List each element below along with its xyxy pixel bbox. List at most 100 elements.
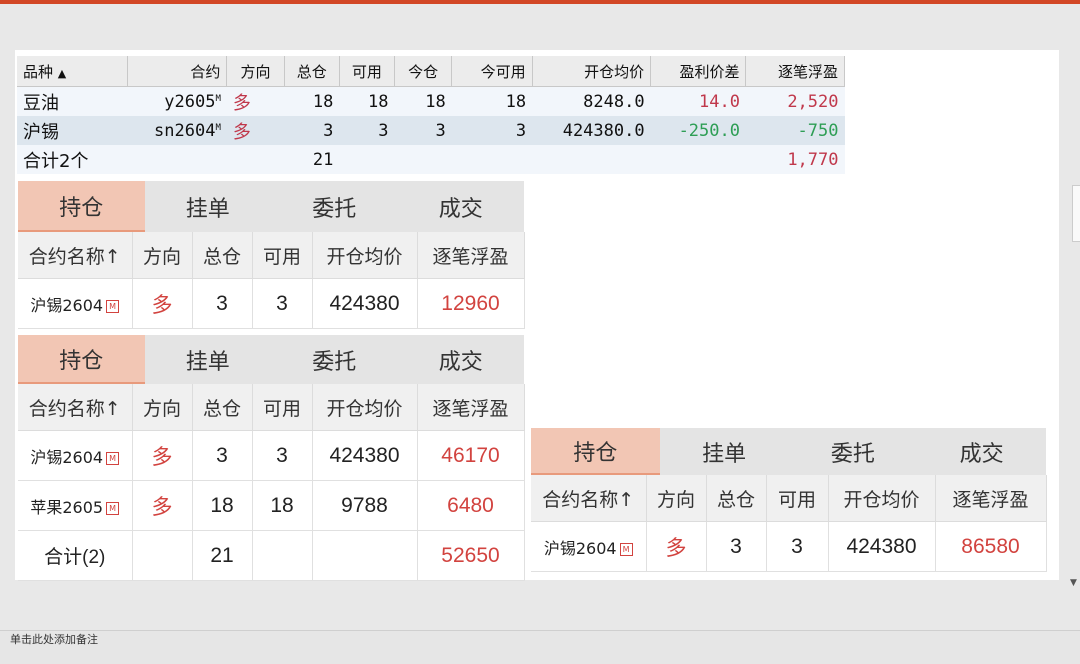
header-direction[interactable]: 方向: [226, 56, 285, 87]
header-available[interactable]: 可用: [252, 232, 313, 279]
header-available[interactable]: 可用: [766, 475, 829, 522]
cell-available: 3: [252, 278, 313, 329]
cell-total: 3: [284, 116, 340, 145]
empty-cell: [451, 145, 533, 174]
cell-available: 3: [766, 521, 829, 572]
cell-contract-name: 沪锡2604 M: [18, 430, 133, 481]
table-row[interactable]: 沪锡2604 M 多 3 3 424380 86580: [531, 521, 1047, 572]
header-total[interactable]: 总仓: [192, 232, 253, 279]
trade-positions-table: 品种 ▲ 合约 方向 总仓 可用 今仓 今可用 开仓均价 盈利价差 逐笔浮盈 豆…: [17, 56, 845, 174]
header-today-available[interactable]: 今可用: [451, 56, 533, 87]
cell-floating-pl: 46170: [417, 430, 525, 481]
header-label: 品种: [23, 62, 54, 81]
cell-floating-pl: 6480: [417, 480, 525, 531]
header-floating-pl[interactable]: 逐笔浮盈: [745, 56, 845, 87]
position-panel-2: 持仓 挂单 委托 成交 合约名称↑ 方向 总仓 可用 开仓均价 逐笔浮盈 沪锡2…: [18, 335, 525, 581]
summary-floating-pl: 52650: [417, 530, 525, 581]
empty-cell: [226, 145, 285, 174]
main-contract-icon: M: [106, 451, 120, 465]
header-direction[interactable]: 方向: [646, 475, 707, 522]
header-contract-name[interactable]: 合约名称↑: [18, 384, 133, 431]
vertical-scrollbar[interactable]: [1072, 185, 1080, 242]
header-floating-pl[interactable]: 逐笔浮盈: [935, 475, 1047, 522]
empty-cell: [312, 530, 418, 581]
positions-table: 合约名称↑ 方向 总仓 可用 开仓均价 逐笔浮盈 沪锡2604 M 多 3 3 4…: [18, 384, 525, 581]
header-today[interactable]: 今仓: [394, 56, 453, 87]
header-floating-pl[interactable]: 逐笔浮盈: [417, 384, 525, 431]
tab-pending-orders[interactable]: 挂单: [144, 335, 271, 384]
cell-available: 18: [252, 480, 313, 531]
notes-placeholder[interactable]: 单击此处添加备注: [10, 632, 98, 648]
table-row[interactable]: 沪锡2604 M 多 3 3 424380 12960: [18, 278, 525, 329]
cell-today-available: 18: [451, 86, 533, 116]
tab-pending-orders[interactable]: 挂单: [659, 428, 789, 475]
tab-positions[interactable]: 持仓: [18, 335, 145, 384]
cell-avg-price: 8248.0: [532, 86, 651, 116]
tab-positions[interactable]: 持仓: [531, 428, 660, 475]
cell-direction: 多: [226, 116, 285, 145]
tab-pending-orders[interactable]: 挂单: [144, 181, 271, 232]
header-floating-pl[interactable]: 逐笔浮盈: [417, 232, 525, 279]
header-direction[interactable]: 方向: [132, 232, 193, 279]
notes-bar: [0, 630, 1080, 664]
header-price-diff[interactable]: 盈利价差: [650, 56, 747, 87]
contract-name: 苹果2605: [30, 497, 104, 517]
table-row[interactable]: 沪锡2604 M 多 3 3 424380 46170: [18, 430, 525, 481]
tab-orders[interactable]: 委托: [271, 335, 398, 384]
table-row[interactable]: 苹果2605 M 多 18 18 9788 6480: [18, 480, 525, 531]
header-total[interactable]: 总仓: [284, 56, 340, 87]
cell-variety: 沪锡: [17, 116, 128, 145]
header-available[interactable]: 可用: [252, 384, 313, 431]
header-direction[interactable]: 方向: [132, 384, 193, 431]
header-total[interactable]: 总仓: [706, 475, 767, 522]
sort-up-icon: ▲: [57, 66, 67, 80]
positions-header: 合约名称↑ 方向 总仓 可用 开仓均价 逐笔浮盈: [18, 232, 525, 279]
header-avg-price[interactable]: 开仓均价: [532, 56, 652, 87]
header-available[interactable]: 可用: [339, 56, 396, 87]
table-row[interactable]: 沪锡 sn2604M 多 3 3 3 3 424380.0 -250.0 -75…: [17, 116, 845, 145]
empty-cell: [132, 530, 193, 581]
tab-positions[interactable]: 持仓: [18, 181, 145, 232]
panel-tabs: 持仓 挂单 委托 成交: [531, 428, 1046, 475]
cell-price-diff: -250.0: [650, 116, 746, 145]
table-row[interactable]: 豆油 y2605M 多 18 18 18 18 8248.0 14.0 2,52…: [17, 86, 845, 116]
cell-available: 3: [252, 430, 313, 481]
scroll-down-icon[interactable]: ▼: [1070, 578, 1077, 588]
tab-trades[interactable]: 成交: [397, 335, 524, 384]
trade-table-header: 品种 ▲ 合约 方向 总仓 可用 今仓 今可用 开仓均价 盈利价差 逐笔浮盈: [17, 56, 845, 87]
cell-direction: 多: [646, 521, 707, 572]
header-variety[interactable]: 品种 ▲: [17, 56, 128, 87]
cell-today: 3: [394, 116, 452, 145]
cell-total: 3: [706, 521, 767, 572]
summary-floating-pl: 1,770: [745, 145, 845, 174]
cell-contract-name: 苹果2605 M: [18, 480, 133, 531]
main-contract-icon: M: [106, 299, 120, 313]
header-avg-price[interactable]: 开仓均价: [312, 384, 418, 431]
contract-code: y2605: [164, 91, 216, 112]
main-contract-badge: M: [215, 122, 221, 133]
contract-code: sn2604: [154, 120, 216, 141]
cell-contract: y2605M: [127, 86, 227, 116]
tab-trades[interactable]: 成交: [917, 428, 1046, 475]
empty-cell: [339, 145, 395, 174]
positions-header: 合约名称↑ 方向 总仓 可用 开仓均价 逐笔浮盈: [531, 475, 1047, 522]
header-total[interactable]: 总仓: [192, 384, 253, 431]
tab-orders[interactable]: 委托: [788, 428, 918, 475]
header-contract-name[interactable]: 合约名称↑: [18, 232, 133, 279]
header-avg-price[interactable]: 开仓均价: [312, 232, 418, 279]
header-avg-price[interactable]: 开仓均价: [828, 475, 936, 522]
cell-total: 18: [284, 86, 340, 116]
cell-avg-price: 424380: [312, 278, 418, 329]
cell-floating-pl: -750: [745, 116, 845, 145]
cell-available: 18: [339, 86, 395, 116]
cell-floating-pl: 2,520: [745, 86, 845, 116]
header-contract-name[interactable]: 合约名称↑: [531, 475, 647, 522]
positions-table: 合约名称↑ 方向 总仓 可用 开仓均价 逐笔浮盈 沪锡2604 M 多 3 3 4…: [18, 232, 525, 329]
header-contract[interactable]: 合约: [127, 56, 228, 87]
positions-header: 合约名称↑ 方向 总仓 可用 开仓均价 逐笔浮盈: [18, 384, 525, 431]
summary-row: 合计2个 21 1,770: [17, 145, 845, 174]
empty-cell: [394, 145, 452, 174]
tab-orders[interactable]: 委托: [271, 181, 398, 232]
cell-direction: 多: [132, 430, 193, 481]
tab-trades[interactable]: 成交: [397, 181, 524, 232]
